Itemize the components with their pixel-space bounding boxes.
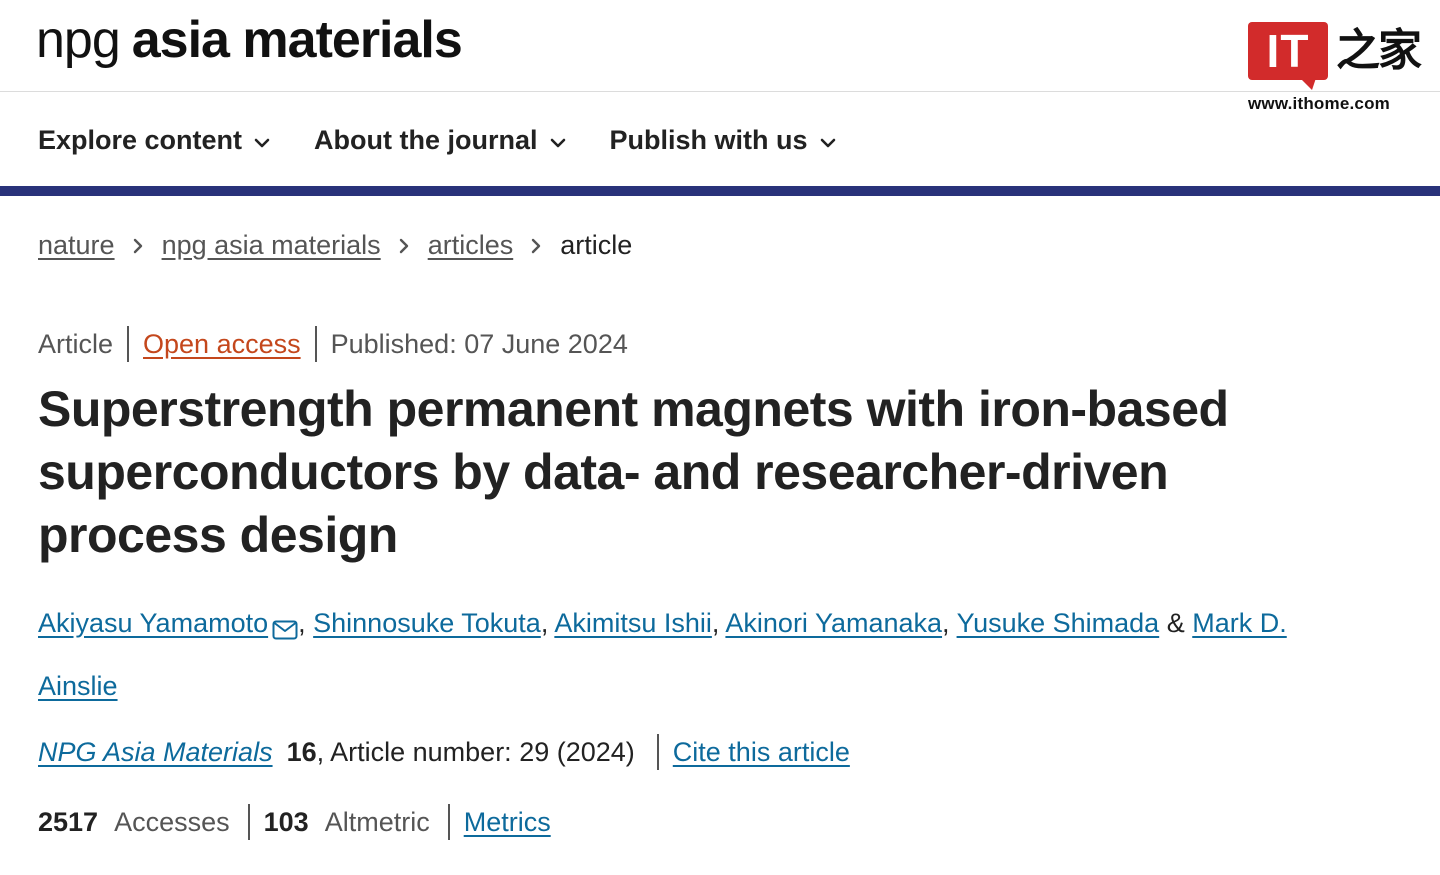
metrics-divider <box>447 804 450 840</box>
nav-publish-with-us[interactable]: Publish with us <box>610 125 836 156</box>
journal-volume: 16 <box>286 736 317 767</box>
author-link[interactable]: Akimitsu Ishii <box>554 608 712 638</box>
chevron-right-icon <box>531 230 542 261</box>
author-separator: , <box>711 608 720 638</box>
breadcrumb-nature[interactable]: nature <box>38 230 115 261</box>
chevron-down-icon <box>820 125 836 156</box>
altmetric-count: 103 <box>263 806 309 837</box>
accesses-count: 2517 <box>38 806 99 837</box>
nav-about-journal[interactable]: About the journal <box>314 125 565 156</box>
author-link[interactable]: Akiyasu Yamamoto <box>38 608 268 638</box>
article-type: Article <box>38 328 114 359</box>
mail-icon[interactable] <box>272 604 298 659</box>
chevron-down-icon <box>254 125 270 156</box>
author-separator: , <box>540 608 549 638</box>
main-nav: Explore content About the journal Publis… <box>38 118 880 162</box>
site-header: npg asia materials <box>0 0 1440 92</box>
breadcrumb: nature npg asia materials articles artic… <box>38 230 632 261</box>
nav-item-label: About the journal <box>314 124 538 155</box>
meta-divider <box>314 326 317 362</box>
author-link[interactable]: Yusuke Shimada <box>957 608 1160 638</box>
author-link[interactable]: Akinori Yamanaka <box>725 608 942 638</box>
ithome-url: www.ithome.com <box>1248 94 1390 113</box>
accesses-label: Accesses <box>114 806 230 837</box>
author-separator: , <box>298 608 306 638</box>
citation-divider <box>656 734 659 770</box>
breadcrumb-articles[interactable]: articles <box>428 230 514 261</box>
nav-divider <box>0 186 1440 196</box>
metrics-link[interactable]: Metrics <box>464 807 551 838</box>
open-access-link[interactable]: Open access <box>143 329 301 360</box>
breadcrumb-npg-asia-materials[interactable]: npg asia materials <box>162 230 381 261</box>
author-separator: , <box>942 608 950 638</box>
logo-journal-text: asia materials <box>131 11 463 69</box>
author-list: Akiyasu Yamamoto, Shinnosuke Tokuta, Aki… <box>38 596 1358 714</box>
metrics-divider <box>247 804 250 840</box>
journal-logo[interactable]: npg asia materials <box>36 10 463 70</box>
author-ampersand: & <box>1166 608 1185 638</box>
journal-citation: NPG Asia Materials 16 , Article number: … <box>38 734 850 770</box>
breadcrumb-current: article <box>560 230 633 260</box>
journal-name-link[interactable]: NPG Asia Materials <box>38 737 273 768</box>
chevron-right-icon <box>133 230 144 261</box>
nav-item-label: Explore content <box>38 124 243 155</box>
chevron-right-icon <box>399 230 410 261</box>
ithome-watermark: IT 之家 www.ithome.com <box>1240 20 1422 120</box>
chevron-down-icon <box>550 125 566 156</box>
ithome-chars: 之家 <box>1336 25 1422 76</box>
article-number: , Article number: 29 (2024) <box>316 736 635 767</box>
meta-divider <box>127 326 130 362</box>
nav-explore-content[interactable]: Explore content <box>38 125 270 156</box>
published-date: Published: 07 June 2024 <box>330 328 628 359</box>
logo-npg-text: npg <box>36 11 121 69</box>
nav-item-label: Publish with us <box>609 124 808 155</box>
ithome-badge: IT <box>1248 22 1328 90</box>
altmetric-label: Altmetric <box>324 806 430 837</box>
cite-article-link[interactable]: Cite this article <box>673 737 850 768</box>
article-title: Superstrength permanent magnets with iro… <box>38 381 1229 563</box>
author-link[interactable]: Shinnosuke Tokuta <box>313 608 541 638</box>
article-meta: Article Open access Published: 07 June 2… <box>38 326 628 362</box>
article-metrics: 2517 Accesses 103 Altmetric Metrics <box>38 804 551 840</box>
